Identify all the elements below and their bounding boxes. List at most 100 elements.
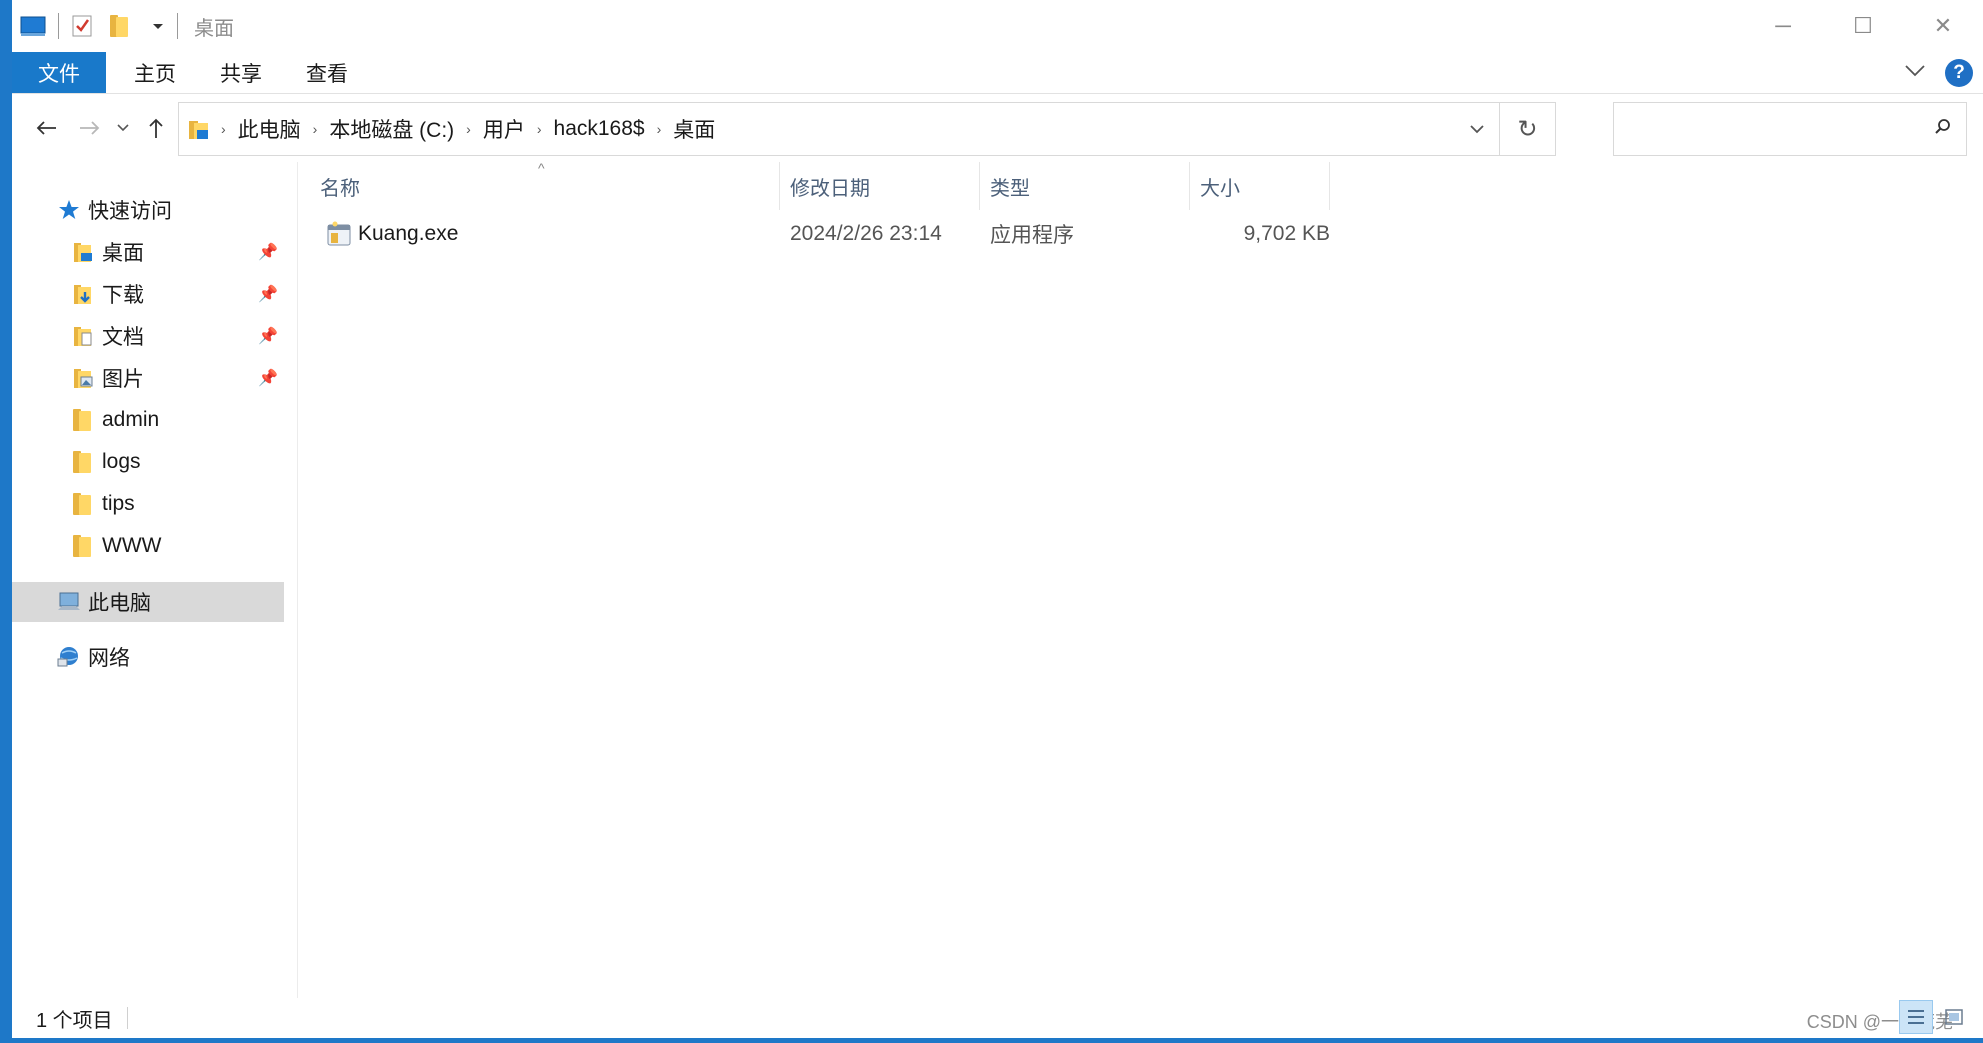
forward-button[interactable]	[68, 106, 112, 150]
pin-icon[interactable]: 📌	[258, 368, 278, 388]
navigation-bar: › 此电脑 › 本地磁盘 (C:) › 用户 › hack168$ › 桌面 ↻	[12, 94, 1983, 162]
folder-icon	[70, 491, 96, 517]
nav-item-admin[interactable]: admin	[12, 400, 284, 440]
breadcrumb-this-pc[interactable]: 此电脑	[230, 114, 309, 144]
breadcrumb-desktop[interactable]: 桌面	[665, 114, 723, 144]
file-name-cell: Kuang.exe	[326, 214, 458, 254]
nav-item-desktop[interactable]: 桌面 📌	[12, 232, 284, 272]
nav-item-downloads[interactable]: 下载 📌	[12, 274, 284, 314]
pin-icon[interactable]: 📌	[258, 242, 278, 262]
tab-file[interactable]: 文件	[12, 52, 106, 93]
file-modified: 2024/2/26 23:14	[790, 222, 942, 245]
chevron-right-icon[interactable]: ›	[309, 121, 322, 137]
column-header-name-label: 名称	[320, 177, 360, 200]
desktop-folder-icon	[70, 239, 96, 265]
column-header-type-label: 类型	[990, 177, 1030, 200]
search-input[interactable]	[1624, 113, 1914, 145]
file-row[interactable]: Kuang.exe 2024/2/26 23:14 应用程序 9,702 KB	[326, 214, 1426, 254]
location-folder-icon	[187, 117, 211, 141]
pictures-folder-icon	[70, 365, 96, 391]
chevron-right-icon[interactable]: ›	[217, 121, 230, 137]
window-title: 桌面	[194, 17, 234, 40]
explorer-app-icon[interactable]	[20, 13, 46, 39]
pane-divider[interactable]	[297, 162, 298, 998]
column-header-name[interactable]: 名称 ^	[302, 160, 780, 210]
pin-icon[interactable]: 📌	[258, 326, 278, 346]
customize-dropdown-icon[interactable]	[145, 13, 171, 39]
nav-item-pictures[interactable]: 图片 📌	[12, 358, 284, 398]
folder-icon	[70, 407, 96, 433]
nav-quick-access[interactable]: 快速访问	[12, 190, 284, 230]
column-header-modified-label: 修改日期	[790, 177, 870, 200]
file-explorer-window: 桌面 ─ ☐ ✕ 文件 主页 共享 查看 ? › 此电脑 › 本地磁盘 (C:)…	[12, 0, 1983, 1038]
status-bar: 1 个项目 CSDN @一纸荒芜	[12, 998, 1983, 1038]
nav-item-label: WWW	[102, 534, 162, 557]
address-bar[interactable]: › 此电脑 › 本地磁盘 (C:) › 用户 › hack168$ › 桌面 ↻	[178, 102, 1556, 156]
tab-home[interactable]: 主页	[112, 52, 198, 93]
refresh-button[interactable]: ↻	[1499, 103, 1555, 155]
details-view-icon[interactable]	[1899, 1000, 1933, 1034]
properties-icon[interactable]	[69, 13, 95, 39]
nav-quick-access-label: 快速访问	[88, 200, 172, 223]
nav-item-label: 桌面	[102, 242, 144, 265]
nav-item-label: logs	[102, 450, 141, 473]
nav-this-pc[interactable]: 此电脑	[12, 582, 284, 622]
breadcrumb-users[interactable]: 用户	[475, 114, 533, 144]
nav-this-pc-label: 此电脑	[88, 592, 151, 615]
expand-ribbon-icon[interactable]	[1905, 64, 1925, 82]
nav-item-tips[interactable]: tips	[12, 484, 284, 524]
column-header-modified[interactable]: 修改日期	[780, 162, 980, 210]
network-icon	[56, 644, 82, 670]
column-header-size[interactable]: 大小	[1190, 162, 1330, 210]
nav-item-www[interactable]: WWW	[12, 526, 284, 566]
title-bar: 桌面 ─ ☐ ✕	[12, 0, 1983, 52]
search-icon[interactable]	[1934, 118, 1952, 141]
nav-item-label: 图片	[102, 368, 144, 391]
computer-icon	[56, 589, 82, 615]
folder-icon	[70, 533, 96, 559]
status-divider	[126, 1007, 128, 1029]
nav-item-logs[interactable]: logs	[12, 442, 284, 482]
search-box[interactable]	[1613, 102, 1967, 156]
minimize-button[interactable]: ─	[1743, 0, 1823, 52]
column-header-size-label: 大小	[1200, 177, 1240, 200]
tab-share[interactable]: 共享	[198, 52, 284, 93]
file-name: Kuang.exe	[358, 222, 459, 245]
sort-ascending-icon: ^	[538, 160, 545, 176]
nav-item-documents[interactable]: 文档 📌	[12, 316, 284, 356]
nav-item-label: admin	[102, 408, 160, 431]
address-dropdown-button[interactable]	[1455, 103, 1499, 155]
chevron-right-icon[interactable]: ›	[533, 121, 546, 137]
maximize-button[interactable]: ☐	[1823, 0, 1903, 52]
tab-view[interactable]: 查看	[284, 52, 370, 93]
back-button[interactable]	[24, 106, 68, 150]
file-list: 名称 ^ 修改日期 类型 大小 Kuang.exe 2024/2/26 23:1…	[302, 160, 1982, 998]
nav-item-label: tips	[102, 492, 135, 515]
item-count: 1 个项目	[36, 1009, 113, 1032]
downloads-folder-icon	[70, 281, 96, 307]
chevron-right-icon[interactable]: ›	[653, 121, 666, 137]
view-switcher	[1895, 1000, 1971, 1034]
nav-network-label: 网络	[88, 647, 130, 670]
new-folder-icon[interactable]	[107, 13, 133, 39]
documents-folder-icon	[70, 323, 96, 349]
up-button[interactable]	[134, 106, 178, 150]
star-icon	[56, 197, 82, 223]
breadcrumb-user[interactable]: hack168$	[546, 117, 653, 141]
navigation-pane: 快速访问 桌面 📌 下载 📌 文档 📌 图片 📌 admin logs tips…	[12, 162, 296, 998]
executable-icon	[326, 221, 352, 247]
column-header-type[interactable]: 类型	[980, 162, 1190, 210]
nav-network[interactable]: 网络	[12, 637, 284, 677]
large-icons-view-icon[interactable]	[1937, 1000, 1971, 1034]
file-type: 应用程序	[990, 224, 1074, 247]
nav-item-label: 文档	[102, 326, 144, 349]
pin-icon[interactable]: 📌	[258, 284, 278, 304]
breadcrumb-local-disk[interactable]: 本地磁盘 (C:)	[321, 114, 462, 144]
chevron-right-icon[interactable]: ›	[462, 121, 475, 137]
close-button[interactable]: ✕	[1903, 0, 1983, 52]
recent-locations-button[interactable]	[112, 106, 134, 150]
folder-icon	[70, 449, 96, 475]
help-button[interactable]: ?	[1945, 59, 1973, 87]
ribbon-tabs: 文件 主页 共享 查看 ?	[12, 52, 1983, 94]
file-size: 9,702 KB	[1243, 222, 1330, 245]
